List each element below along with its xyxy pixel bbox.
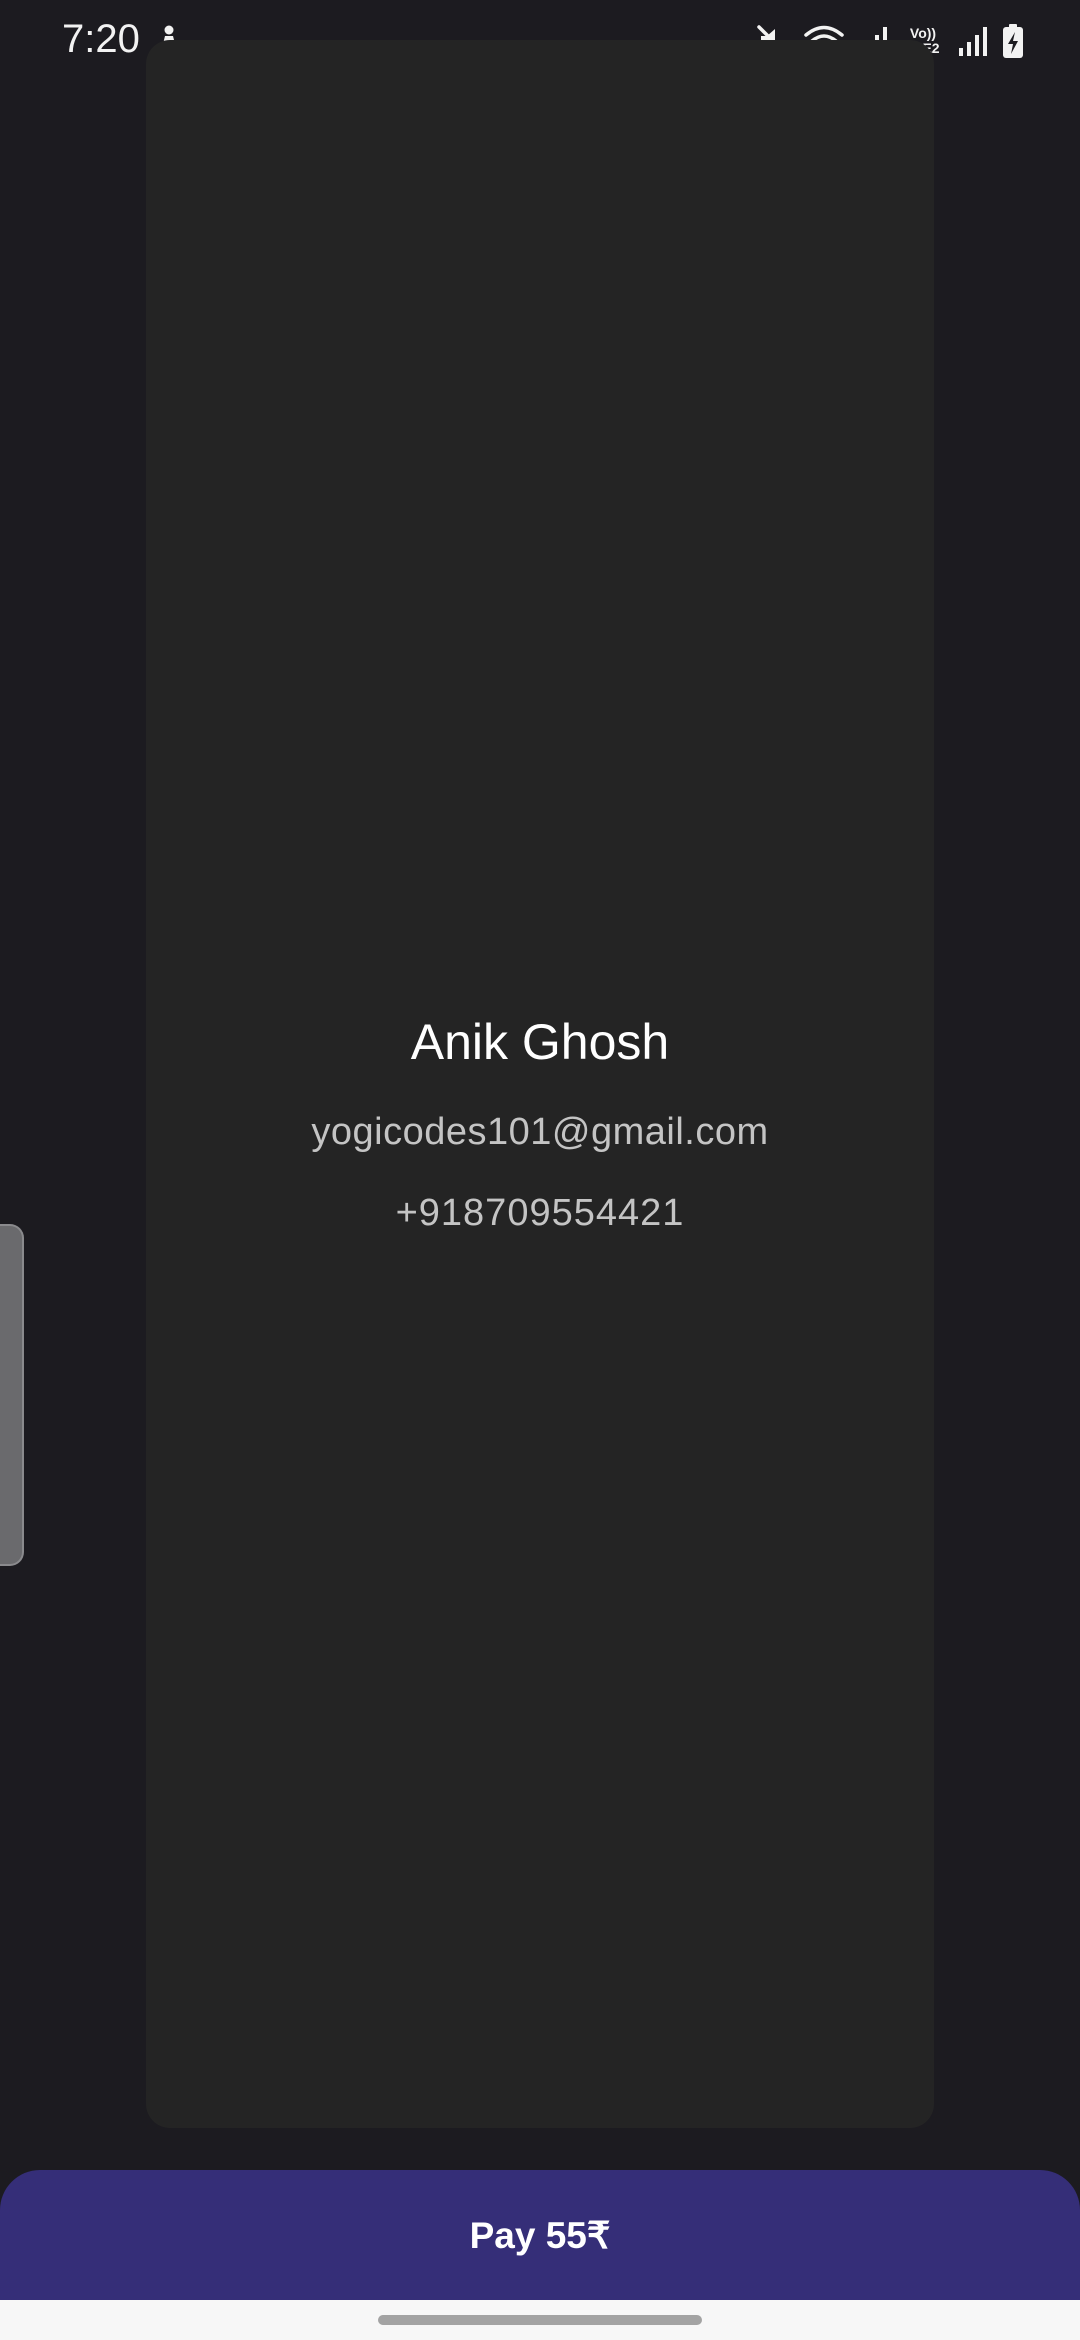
volte-label: Vo)) bbox=[909, 25, 937, 41]
pay-button-label: Pay 55₹ bbox=[469, 2214, 611, 2256]
home-indicator[interactable] bbox=[378, 2315, 702, 2325]
profile-phone: +918709554421 bbox=[395, 1192, 685, 1234]
battery-charging-icon bbox=[1003, 24, 1023, 58]
status-time: 7:20 bbox=[62, 17, 140, 61]
edge-panel-handle[interactable] bbox=[0, 1224, 24, 1566]
profile-card: Anik Ghosh yogicodes101@gmail.com +91870… bbox=[146, 40, 934, 2128]
profile-name: Anik Ghosh bbox=[410, 1014, 670, 1070]
signal-icon bbox=[959, 27, 987, 56]
profile-email: yogicodes101@gmail.com bbox=[311, 1111, 769, 1153]
navigation-bar bbox=[0, 2300, 1080, 2340]
pay-button[interactable]: Pay 55₹ bbox=[0, 2170, 1080, 2300]
